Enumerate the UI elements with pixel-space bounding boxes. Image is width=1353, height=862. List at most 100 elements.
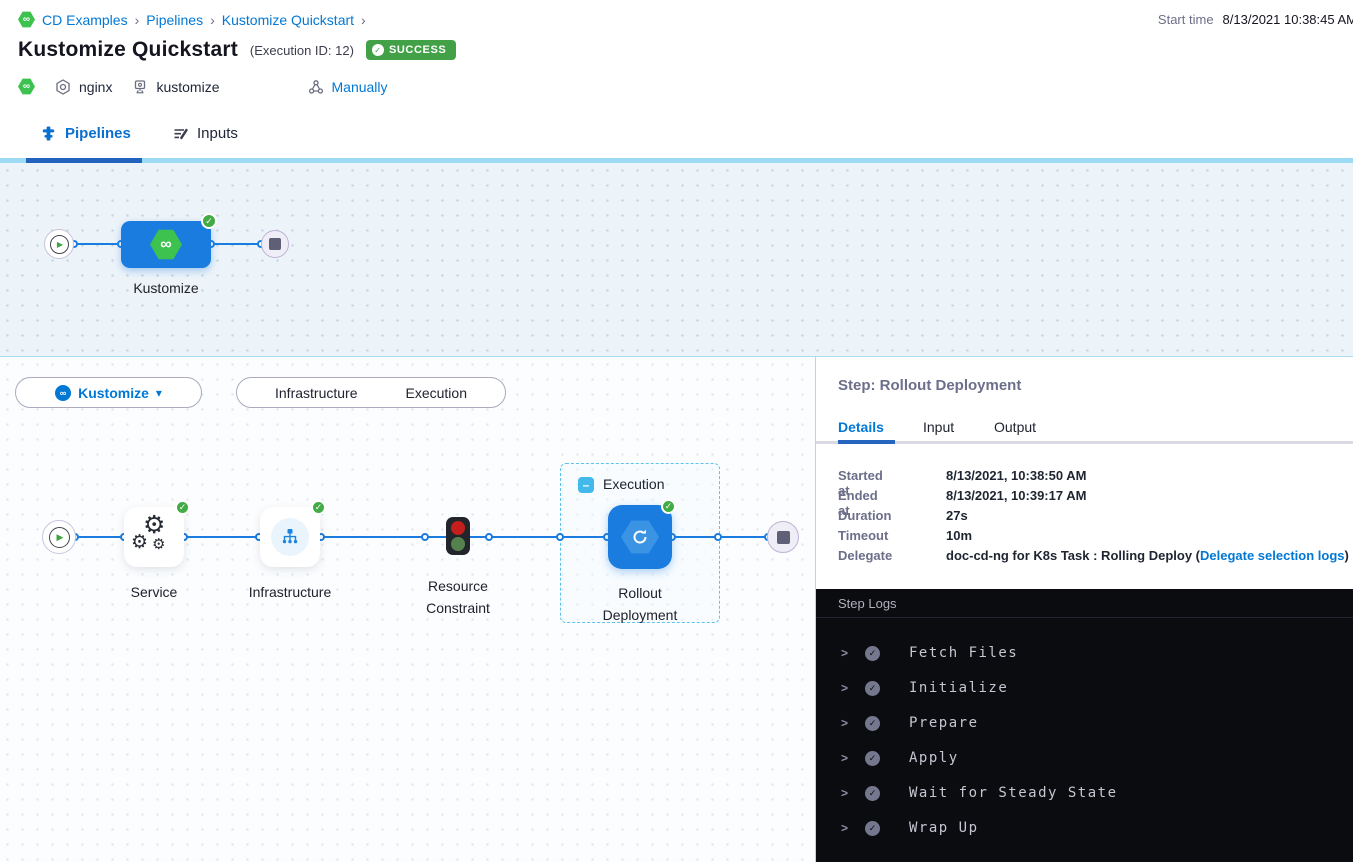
play-icon: ▶	[49, 527, 70, 548]
tab-input[interactable]: Input	[923, 419, 954, 435]
stage-node-kustomize[interactable]: ∞ ✓	[121, 221, 211, 268]
log-section-label: Prepare	[909, 715, 979, 731]
delegate-text: doc-cd-ng for K8s Task : Rolling Deploy …	[946, 548, 1200, 563]
service-hexagon-icon	[55, 79, 71, 95]
environment-name: kustomize	[156, 79, 219, 95]
detail-value: 8/13/2021, 10:39:17 AM	[946, 488, 1086, 503]
execution-end-node[interactable]	[767, 521, 799, 553]
traffic-light-red	[451, 521, 465, 535]
stop-icon	[777, 531, 790, 544]
detail-value: 27s	[946, 508, 968, 523]
breadcrumb: ∞ CD Examples › Pipelines › Kustomize Qu…	[18, 11, 366, 28]
play-icon: ▶	[50, 235, 69, 254]
chevron-right-icon: ›	[210, 12, 215, 28]
tab-details[interactable]: Details	[838, 419, 884, 435]
tab-pipelines[interactable]: Pipelines	[40, 125, 131, 142]
chevron-right-icon: ›	[135, 12, 140, 28]
log-section-initialize[interactable]: > ✓ Initialize	[816, 679, 1353, 699]
log-section-label: Fetch Files	[909, 645, 1018, 661]
connector-dot	[556, 533, 564, 541]
stage-graph-canvas: ▶ ∞ ✓ Kustomize	[0, 163, 1353, 356]
environment-icon	[132, 79, 148, 95]
tab-output[interactable]: Output	[994, 419, 1036, 435]
chevron-right-icon: >	[841, 751, 848, 765]
step-node-service[interactable]: ⚙ ⚙ ⚙ ✓	[124, 507, 184, 567]
success-check-icon: ✓	[865, 681, 880, 696]
infrastructure-icon-bg	[271, 518, 309, 556]
harness-cd-icon: ∞	[18, 11, 35, 28]
step-node-infrastructure[interactable]: ✓	[260, 507, 320, 567]
step-logs-panel: Step Logs > ✓ Fetch Files > ✓ Initialize…	[816, 589, 1353, 862]
toggle-infrastructure[interactable]: Infrastructure	[275, 385, 357, 401]
success-check-icon: ✓	[661, 499, 676, 514]
service-name: nginx	[79, 79, 112, 95]
stage-selector-dropdown[interactable]: ∞ Kustomize ▾	[15, 377, 202, 408]
collapse-group-button[interactable]: –	[578, 477, 594, 493]
log-section-wait-for-steady-state[interactable]: > ✓ Wait for Steady State	[816, 784, 1353, 804]
trigger-icon	[308, 79, 324, 95]
delegate-selection-logs-link[interactable]: Delegate selection logs	[1200, 548, 1345, 563]
execution-id: (Execution ID: 12)	[250, 43, 354, 58]
chevron-right-icon: >	[841, 646, 848, 660]
step-node-rollout-deployment[interactable]: ✓	[608, 505, 672, 569]
start-time: Start time 8/13/2021 10:38:45 AM	[1158, 12, 1353, 27]
service-tag: nginx	[55, 79, 112, 95]
breadcrumb-cd-examples[interactable]: CD Examples	[42, 12, 128, 28]
harness-cd-icon: ∞	[55, 385, 71, 401]
chevron-right-icon: ›	[361, 12, 366, 28]
pipeline-end-node[interactable]	[261, 230, 289, 258]
stop-icon	[269, 238, 281, 250]
gear-icon: ⚙	[131, 533, 148, 552]
breadcrumb-pipelines[interactable]: Pipelines	[146, 12, 203, 28]
step-details-panel: Step: Rollout Deployment Details Input O…	[815, 357, 1353, 862]
trigger-manually-link[interactable]: Manually	[332, 79, 388, 95]
execution-start-node[interactable]: ▶	[42, 520, 76, 554]
tab-inputs-label: Inputs	[197, 125, 238, 142]
hierarchy-icon	[280, 527, 300, 547]
log-section-label: Wrap Up	[909, 820, 979, 836]
breadcrumb-kustomize-quickstart[interactable]: Kustomize Quickstart	[222, 12, 354, 28]
step-logs-header: Step Logs	[816, 589, 1353, 618]
execution-graph-canvas: ∞ Kustomize ▾ Infrastructure Execution –…	[0, 357, 815, 862]
log-section-label: Wait for Steady State	[909, 785, 1118, 801]
detail-label: Duration	[838, 508, 891, 523]
meta-row: ∞ nginx kustomize Manually	[18, 78, 388, 95]
step-node-resource-constraint[interactable]	[446, 517, 470, 555]
success-check-icon: ✓	[311, 500, 326, 515]
detail-value: 10m	[946, 528, 972, 543]
pipeline-start-node[interactable]: ▶	[44, 229, 74, 259]
chevron-right-icon: >	[841, 681, 848, 695]
success-check-icon: ✓	[865, 751, 880, 766]
detail-label: Delegate	[838, 548, 892, 563]
refresh-icon	[631, 528, 649, 546]
log-section-fetch-files[interactable]: > ✓ Fetch Files	[816, 644, 1353, 664]
trigger-tag: Manually	[308, 79, 388, 95]
log-section-prepare[interactable]: > ✓ Prepare	[816, 714, 1353, 734]
status-badge: ✓ SUCCESS	[366, 40, 456, 60]
connector-dot	[485, 533, 493, 541]
stage-selector-label: Kustomize	[78, 385, 149, 401]
page-header: ∞ CD Examples › Pipelines › Kustomize Qu…	[0, 0, 1353, 115]
log-section-label: Initialize	[909, 680, 1008, 696]
harness-cd-icon: ∞	[150, 229, 182, 261]
detail-value: doc-cd-ng for K8s Task : Rolling Deploy …	[946, 548, 1349, 563]
success-check-icon: ✓	[201, 213, 217, 229]
chevron-right-icon: >	[841, 716, 848, 730]
panel-tab-track	[816, 441, 1353, 444]
start-time-value: 8/13/2021 10:38:45 AM	[1223, 12, 1353, 27]
step-label-rollout-deployment: Rollout Deployment	[588, 582, 692, 626]
harness-cd-icon: ∞	[18, 78, 35, 95]
tab-inputs[interactable]: Inputs	[172, 125, 238, 142]
success-check-icon: ✓	[865, 821, 880, 836]
execution-group-label: Execution	[603, 476, 664, 492]
detail-label: Timeout	[838, 528, 888, 543]
connector-dot	[421, 533, 429, 541]
active-panel-tab-underline	[838, 440, 895, 444]
log-section-apply[interactable]: > ✓ Apply	[816, 749, 1353, 769]
caret-down-icon: ▾	[156, 386, 162, 400]
start-time-label: Start time	[1158, 12, 1214, 27]
log-section-wrap-up[interactable]: > ✓ Wrap Up	[816, 819, 1353, 839]
success-check-icon: ✓	[865, 786, 880, 801]
gear-icon: ⚙	[152, 537, 165, 552]
toggle-execution[interactable]: Execution	[406, 385, 467, 401]
